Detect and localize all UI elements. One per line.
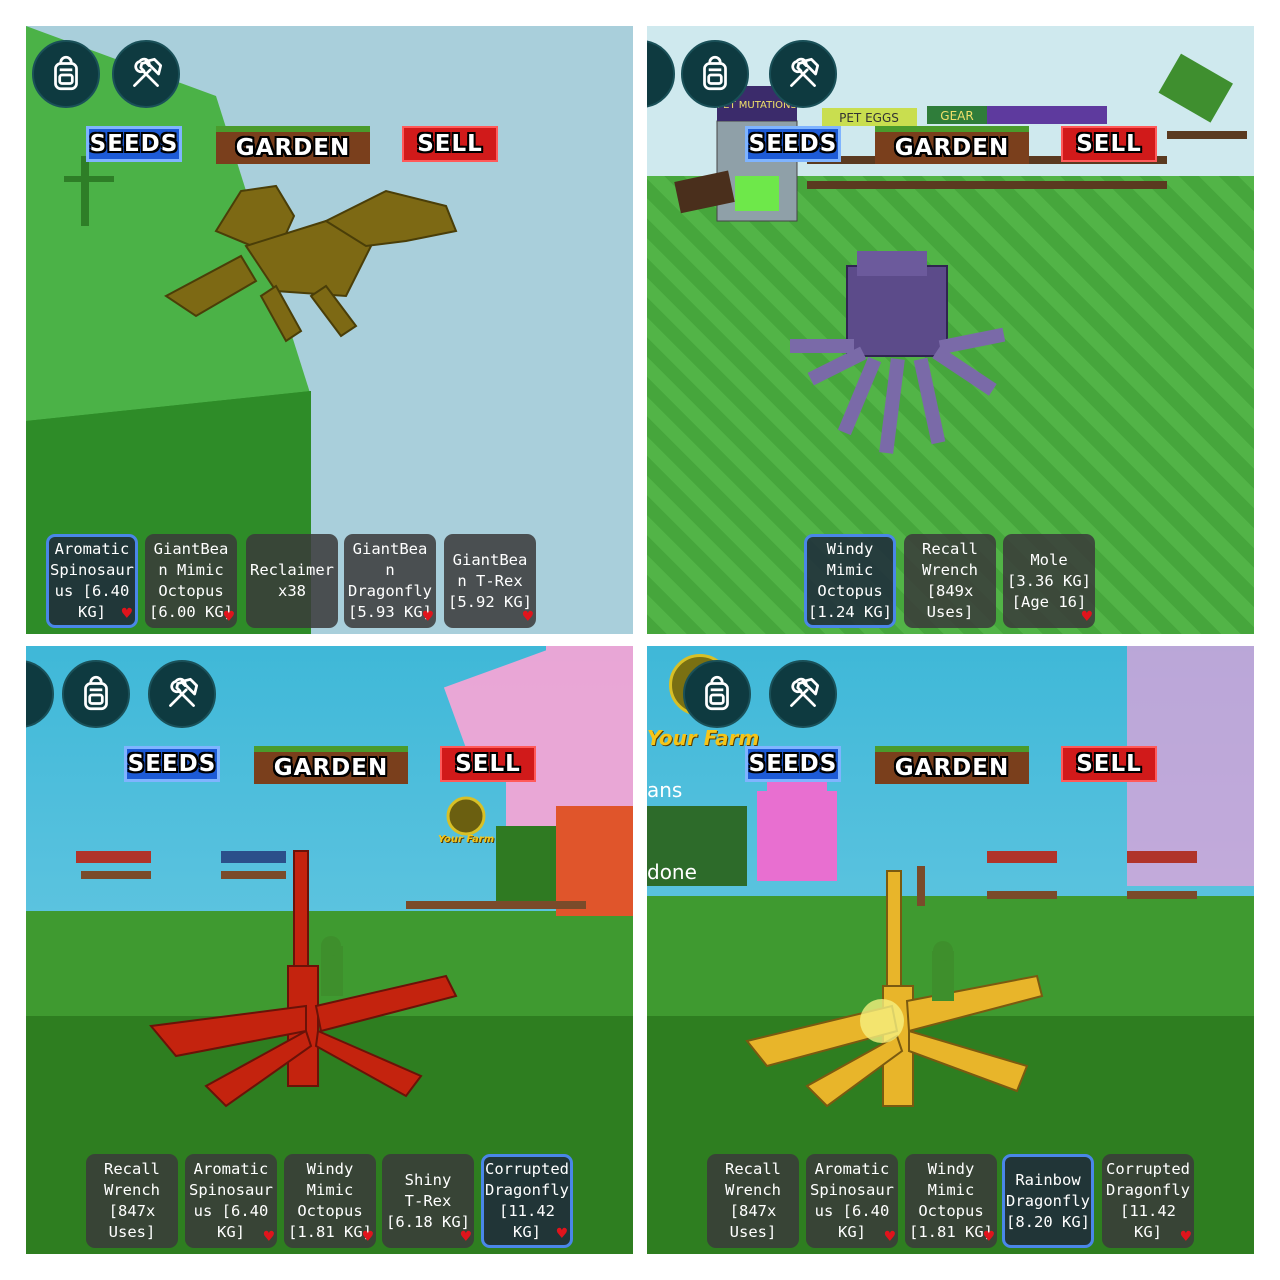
sell-button[interactable]: SELL (440, 746, 536, 782)
heart-icon: ♥ (556, 1224, 567, 1244)
slot-label: Windy Mimic Octopus [1.24 KG] (808, 540, 892, 621)
backpack-icon (694, 53, 736, 95)
garden-button[interactable]: GARDEN (875, 746, 1029, 784)
garden-button[interactable]: GARDEN (875, 126, 1029, 164)
backpack-icon (696, 673, 738, 715)
sell-button[interactable]: SELL (1061, 126, 1157, 162)
heart-icon: ♥ (362, 1227, 373, 1247)
slot-label: Rainbow Dragonfly [8.20 KG] (1006, 1170, 1090, 1231)
tools-button[interactable] (148, 660, 216, 728)
backpack-icon (45, 53, 87, 95)
seeds-button[interactable]: SEEDS (745, 746, 841, 782)
heart-icon: ♥ (1180, 1227, 1191, 1247)
screenshot-panel-2: PET MUTATIONS PET EGGS GEAR SEEDS GARDEN… (647, 26, 1254, 634)
heart-icon: ♥ (422, 607, 433, 627)
heart-icon: ♥ (460, 1227, 471, 1247)
hotbar-slot[interactable]: GiantBea n Dragonfly [5.93 KG] ♥ (344, 534, 436, 628)
sell-button[interactable]: SELL (1061, 746, 1157, 782)
tools-button[interactable] (112, 40, 180, 108)
slot-label: Recall Wrench [849x Uses] (922, 540, 978, 621)
sell-button[interactable]: SELL (402, 126, 498, 162)
heart-icon: ♥ (522, 607, 533, 627)
heart-icon: ♥ (884, 1227, 895, 1247)
slot-label: Shiny T-Rex [6.18 KG] (386, 1170, 470, 1231)
slot-label: Windy Mimic Octopus [1.81 KG] (909, 1160, 993, 1241)
hotbar-slot[interactable]: Windy Mimic Octopus [1.24 KG] (804, 534, 896, 628)
heart-icon: ♥ (983, 1227, 994, 1247)
gear-sign: GEAR (940, 109, 973, 123)
hotbar-slot[interactable]: Aromatic Spinosaur us [6.40 KG] ♥ (46, 534, 138, 628)
heart-icon: ♥ (121, 604, 132, 624)
backpack-button[interactable] (681, 40, 749, 108)
screenshot-panel-1: SEEDS GARDEN SELL Aromatic Spinosaur us … (26, 26, 633, 634)
octopus-pet (790, 251, 1006, 454)
hammer-wrench-icon (125, 53, 167, 95)
hotbar-slot[interactable]: Recall Wrench [849x Uses] (904, 534, 996, 628)
hotbar-slot[interactable]: Corrupted Dragonfly [11.42 KG] ♥ (481, 1154, 573, 1248)
hotbar-slot[interactable]: Windy Mimic Octopus [1.81 KG] ♥ (284, 1154, 376, 1248)
backpack-button[interactable] (62, 660, 130, 728)
slot-label: GiantBea n T-Rex [5.92 KG] (448, 550, 532, 611)
slot-label: Aromatic Spinosaur us [6.40 KG] (189, 1160, 273, 1241)
seeds-button[interactable]: SEEDS (86, 126, 182, 162)
hotbar-slot[interactable]: Shiny T-Rex [6.18 KG] ♥ (382, 1154, 474, 1248)
hotbar-slot[interactable]: GiantBea n T-Rex [5.92 KG] ♥ (444, 534, 536, 628)
backpack-icon (75, 673, 117, 715)
tools-button[interactable] (769, 660, 837, 728)
slot-label: GiantBea n Dragonfly [5.93 KG] (348, 540, 432, 621)
side-text-done: done (647, 860, 697, 884)
hotbar-slot[interactable]: Recall Wrench [847x Uses] (86, 1154, 178, 1248)
heart-icon: ♥ (223, 607, 234, 627)
seeds-button[interactable]: SEEDS (745, 126, 841, 162)
slot-label: Recall Wrench [847x Uses] (725, 1160, 781, 1241)
side-text-ans: ans (647, 778, 683, 802)
hotbar-slot[interactable]: Aromatic Spinosaur us [6.40 KG] ♥ (806, 1154, 898, 1248)
hotbar-slot[interactable]: Corrupted Dragonfly [11.42 KG] ♥ (1102, 1154, 1194, 1248)
hotbar-slot[interactable]: Recall Wrench [847x Uses] (707, 1154, 799, 1248)
slot-label: Recall Wrench [847x Uses] (104, 1160, 160, 1241)
slot-label: Mole [3.36 KG] [Age 16] (1007, 550, 1091, 611)
your-farm-label: Your Farm (438, 834, 495, 845)
garden-button[interactable]: GARDEN (254, 746, 408, 784)
screenshot-panel-4: Your Farm ans done SEEDS GARDEN SELL Rec… (647, 646, 1254, 1254)
hotbar-slot[interactable]: Windy Mimic Octopus [1.81 KG] ♥ (905, 1154, 997, 1248)
backpack-button[interactable] (683, 660, 751, 728)
pet-eggs-sign: PET EGGS (839, 111, 899, 125)
slot-label: GiantBea n Mimic Octopus [6.00 KG] (149, 540, 233, 621)
garden-button[interactable]: GARDEN (216, 126, 370, 164)
slot-label: Aromatic Spinosaur us [6.40 KG] (810, 1160, 894, 1241)
slot-label: Reclaimer x38 (250, 561, 334, 600)
hotbar-slot[interactable]: GiantBea n Mimic Octopus [6.00 KG] ♥ (145, 534, 237, 628)
slot-label: Windy Mimic Octopus [1.81 KG] (288, 1160, 372, 1241)
hotbar-slot[interactable]: Aromatic Spinosaur us [6.40 KG] ♥ (185, 1154, 277, 1248)
corrupted-dragonfly-pet (149, 850, 458, 1108)
hotbar-slot[interactable]: Reclaimer x38 (246, 534, 338, 628)
your-farm-label: Your Farm (647, 726, 760, 750)
hammer-wrench-icon (161, 673, 203, 715)
hotbar-slot[interactable]: Rainbow Dragonfly [8.20 KG] (1002, 1154, 1094, 1248)
rainbow-dragonfly-pet (745, 870, 1044, 1108)
screenshot-panel-3: SEEDS GARDEN SELL Your Farm Recall Wrenc… (26, 646, 633, 1254)
heart-icon: ♥ (1081, 607, 1092, 627)
backpack-button[interactable] (32, 40, 100, 108)
hammer-wrench-icon (782, 673, 824, 715)
seeds-button[interactable]: SEEDS (124, 746, 220, 782)
heart-icon: ♥ (263, 1227, 274, 1247)
hammer-wrench-icon (782, 53, 824, 95)
hotbar-slot[interactable]: Mole [3.36 KG] [Age 16] ♥ (1003, 534, 1095, 628)
tools-button[interactable] (769, 40, 837, 108)
